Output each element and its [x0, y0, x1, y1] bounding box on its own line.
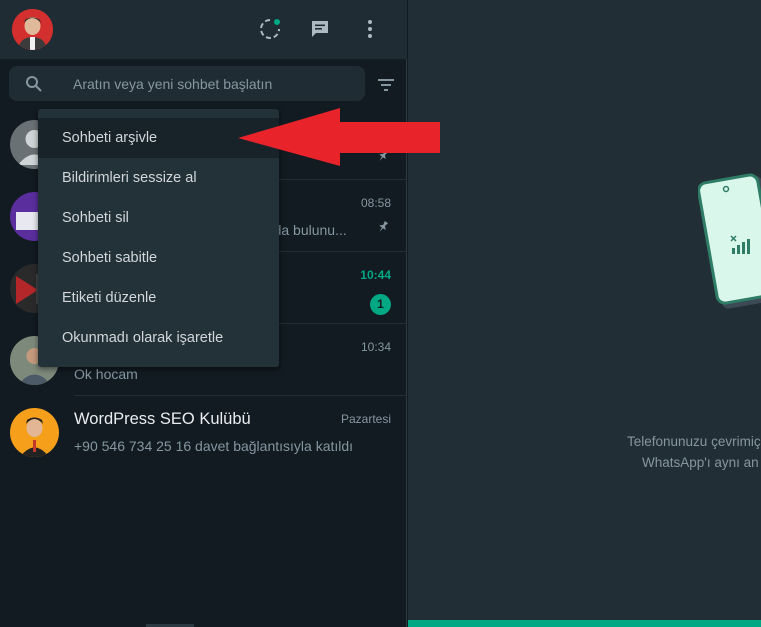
- chat-time: 10:44: [360, 268, 391, 282]
- chat-name: WordPress SEO Kulübü: [74, 410, 251, 428]
- unread-badge: 1: [370, 294, 391, 315]
- filter-icon[interactable]: [376, 75, 396, 95]
- accent-bar: [408, 620, 761, 627]
- chat-row[interactable]: WordPress SEO Kulübü Pazartesi +90 546 7…: [0, 396, 406, 468]
- annotation-arrow-icon: [238, 108, 440, 166]
- menu-item-mark-unread[interactable]: Okunmadı olarak işaretle: [38, 318, 279, 358]
- menu-icon[interactable]: [358, 17, 382, 41]
- search-input[interactable]: [73, 66, 358, 101]
- avatar-image: [12, 9, 53, 50]
- chat-time: Pazartesi: [340, 412, 391, 426]
- menu-item-pin-chat[interactable]: Sohbeti sabitle: [38, 238, 279, 278]
- intro-text: WhatsApp'ı aynı an: [642, 455, 759, 470]
- intro-text: Telefonunuzu çevrimiç: [627, 434, 761, 449]
- chat-last-message: +90 546 734 25 16 davet bağlantısıyla ka…: [74, 438, 354, 454]
- search-icon: [25, 75, 43, 93]
- main-pane: [408, 0, 761, 627]
- chat-time: 08:58: [360, 196, 391, 210]
- pin-icon: [376, 220, 390, 234]
- search-bar: [9, 66, 365, 101]
- menu-item-delete-chat[interactable]: Sohbeti sil: [38, 198, 279, 238]
- phone-illustration: [697, 172, 761, 312]
- sidebar-header: [0, 0, 407, 59]
- avatar: [10, 408, 59, 457]
- menu-item-edit-label[interactable]: Etiketi düzenle: [38, 278, 279, 318]
- avatar[interactable]: [12, 9, 53, 50]
- chat-time: 10:34: [360, 340, 391, 354]
- status-icon[interactable]: [258, 17, 282, 41]
- chat-last-message: Ok hocam: [74, 366, 138, 382]
- whatsapp-window: 08:58 unda bulunu... 10:44 1: [0, 0, 761, 627]
- new-chat-icon[interactable]: [308, 17, 332, 41]
